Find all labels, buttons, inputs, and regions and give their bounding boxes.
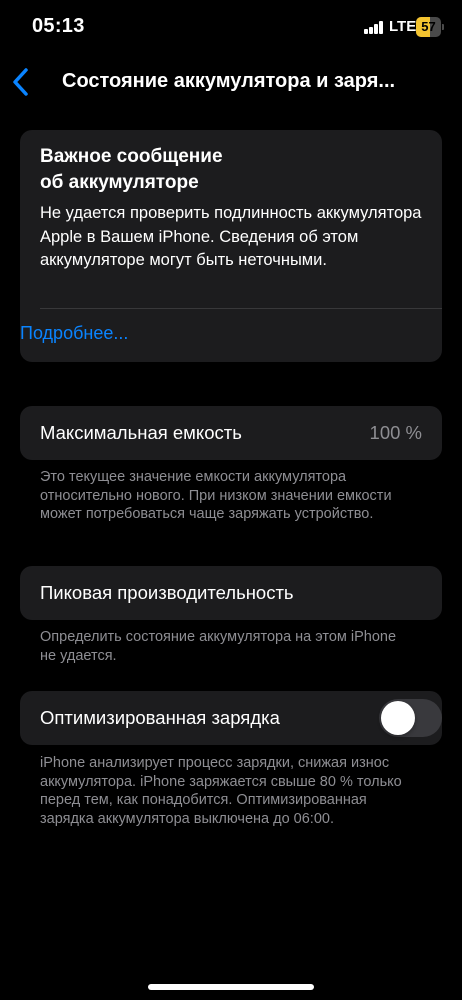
alert-title-line-2: об аккумуляторе xyxy=(40,172,199,193)
page-title: Состояние аккумулятора и заря... xyxy=(62,70,396,92)
battery-icon: 57 xyxy=(416,17,444,37)
alert-title-line-1: Важное сообщение xyxy=(40,146,223,167)
status-time: 05:13 xyxy=(32,15,85,37)
max-capacity-value: 100 % xyxy=(369,422,422,443)
optimized-charging-label: Оптимизированная зарядка xyxy=(40,707,280,728)
peak-performance-label: Пиковая производительность xyxy=(40,582,294,603)
optimized-charging-row: Оптимизированная зарядка xyxy=(20,691,442,745)
divider xyxy=(40,308,442,309)
peak-performance-row: Пиковая производительность xyxy=(20,566,442,620)
max-capacity-label: Максимальная емкость xyxy=(40,422,242,443)
battery-percent: 57 xyxy=(421,19,436,34)
navigation-bar: Состояние аккумулятора и заря... xyxy=(0,60,462,104)
cellular-signal-icon xyxy=(364,21,383,34)
peak-performance-footnote: Определить состояние аккумулятора на это… xyxy=(40,629,397,664)
chevron-left-icon[interactable] xyxy=(10,66,32,98)
status-bar: 05:13 LTE 57 xyxy=(0,0,462,56)
alert-body: Не удается проверить подлинность аккумул… xyxy=(40,204,422,269)
network-type: LTE xyxy=(389,18,417,35)
toggle-knob xyxy=(381,701,415,735)
alert-title: Важное сообщение об аккумуляторе xyxy=(40,144,420,196)
learn-more-link[interactable]: Подробнее... xyxy=(20,323,128,344)
home-indicator[interactable] xyxy=(148,984,314,990)
optimized-charging-footnote: iPhone анализирует процесс зарядки, сниж… xyxy=(40,755,402,827)
max-capacity-row: Максимальная емкость 100 % xyxy=(20,406,442,460)
max-capacity-footnote: Это текущее значение емкости аккумулятор… xyxy=(40,469,392,522)
optimized-charging-toggle[interactable] xyxy=(379,699,442,737)
